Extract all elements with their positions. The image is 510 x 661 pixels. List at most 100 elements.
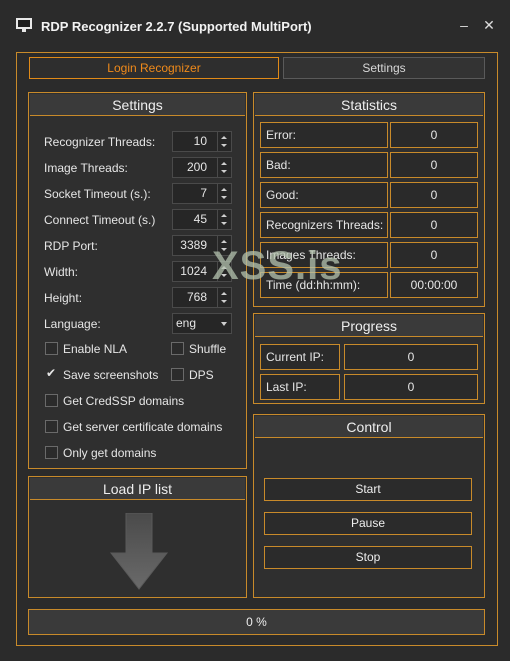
connect-timeout-stepper[interactable]: 45 [172,209,232,230]
stepper-arrows[interactable] [217,236,231,255]
recognizer-threads-stepper[interactable]: 10 [172,131,232,152]
current-ip-label: Current IP: [260,344,340,370]
socket-timeout-value[interactable]: 7 [173,184,217,203]
language-value[interactable]: eng [176,314,196,333]
image-threads-value[interactable]: 200 [173,158,217,177]
only-get-domains-label[interactable]: Only get domains [63,445,156,461]
enable-nla-checkbox[interactable]: Enable NLA [45,341,155,357]
settings-header: Settings [30,94,245,116]
stepper-arrows[interactable] [217,262,231,281]
stepper-down-icon[interactable] [221,170,227,173]
stepper-down-icon[interactable] [221,274,227,277]
tab-settings[interactable]: Settings [283,57,485,79]
stepper-up-icon[interactable] [221,162,227,165]
stepper-arrows[interactable] [217,288,231,307]
dps-checkbox[interactable]: DPS [171,367,231,383]
stat-time-value: 00:00:00 [390,272,478,298]
checkbox-box[interactable] [171,342,184,355]
checkbox-box[interactable] [171,368,184,381]
stepper-down-icon[interactable] [221,222,227,225]
image-threads-stepper[interactable]: 200 [172,157,232,178]
credssp-domains-checkbox[interactable]: Get CredSSP domains [45,393,225,409]
stepper-down-icon[interactable] [221,248,227,251]
check-icon: ✔ [46,366,57,380]
stat-images-threads-label: Images Threads: [260,242,388,268]
checkbox-box[interactable]: ✔ [45,366,58,381]
control-header: Control [255,416,483,438]
stat-error-label: Error: [260,122,388,148]
recognizer-threads-value[interactable]: 10 [173,132,217,151]
stepper-up-icon[interactable] [221,136,227,139]
checkbox-box[interactable] [45,342,58,355]
enable-nla-label[interactable]: Enable NLA [63,341,127,357]
connect-timeout-value[interactable]: 45 [173,210,217,229]
stepper-arrows[interactable] [217,210,231,229]
rdp-port-value[interactable]: 3389 [173,236,217,255]
height-label: Height: [44,291,83,305]
stepper-up-icon[interactable] [221,240,227,243]
stepper-up-icon[interactable] [221,266,227,269]
pause-button[interactable]: Pause [264,512,472,535]
app-icon [16,18,32,32]
width-value[interactable]: 1024 [173,262,217,281]
tab-login-recognizer[interactable]: Login Recognizer [29,57,279,79]
width-label: Width: [44,265,79,279]
load-ip-list-header[interactable]: Load IP list [30,478,245,500]
connect-timeout-label: Connect Timeout (s.) [44,213,156,227]
stat-bad-value: 0 [390,152,478,178]
title-bar: RDP Recognizer 2.2.7 (Supported MultiPor… [0,0,510,52]
height-stepper[interactable]: 768 [172,287,232,308]
stepper-up-icon[interactable] [221,188,227,191]
progress-group: Progress Current IP: 0 Last IP: 0 [253,313,485,404]
save-screenshots-checkbox[interactable]: ✔ Save screenshots [45,366,165,383]
credssp-domains-label[interactable]: Get CredSSP domains [63,393,184,409]
stepper-arrows[interactable] [217,132,231,151]
close-button[interactable]: ✕ [481,16,497,34]
stat-good-label: Good: [260,182,388,208]
only-get-domains-checkbox[interactable]: Only get domains [45,445,195,461]
control-group: Control Start Pause Stop [253,414,485,598]
stat-recognizers-threads-value: 0 [390,212,478,238]
download-arrow-icon[interactable] [109,513,169,591]
progress-bar: 0 % [28,609,485,635]
start-button[interactable]: Start [264,478,472,501]
stepper-up-icon[interactable] [221,214,227,217]
checkbox-box[interactable] [45,446,58,459]
load-ip-list-panel[interactable]: Load IP list [28,476,247,598]
shuffle-checkbox[interactable]: Shuffle [171,341,241,357]
stat-recognizers-threads-label: Recognizers Threads: [260,212,388,238]
last-ip-label: Last IP: [260,374,340,400]
statistics-header: Statistics [255,94,483,116]
rdp-port-label: RDP Port: [44,239,98,253]
stepper-down-icon[interactable] [221,144,227,147]
width-stepper[interactable]: 1024 [172,261,232,282]
stepper-down-icon[interactable] [221,196,227,199]
language-dropdown[interactable]: eng [172,313,232,334]
recognizer-threads-label: Recognizer Threads: [44,135,156,149]
socket-timeout-stepper[interactable]: 7 [172,183,232,204]
stat-images-threads-value: 0 [390,242,478,268]
server-cert-domains-label[interactable]: Get server certificate domains [63,419,222,435]
stepper-arrows[interactable] [217,184,231,203]
rdp-port-stepper[interactable]: 3389 [172,235,232,256]
stat-error-value: 0 [390,122,478,148]
socket-timeout-label: Socket Timeout (s.): [44,187,151,201]
last-ip-value: 0 [344,374,478,400]
checkbox-box[interactable] [45,394,58,407]
save-screenshots-label[interactable]: Save screenshots [63,367,158,383]
settings-group: Settings Recognizer Threads: 10 Image Th… [28,92,247,469]
chevron-down-icon[interactable] [221,322,227,326]
shuffle-label[interactable]: Shuffle [189,341,226,357]
server-cert-domains-checkbox[interactable]: Get server certificate domains [45,419,240,435]
image-threads-label: Image Threads: [44,161,128,175]
window-title: RDP Recognizer 2.2.7 (Supported MultiPor… [41,19,312,34]
stepper-down-icon[interactable] [221,300,227,303]
stepper-arrows[interactable] [217,158,231,177]
height-value[interactable]: 768 [173,288,217,307]
dps-label[interactable]: DPS [189,367,214,383]
minimize-button[interactable]: – [456,16,472,34]
stop-button[interactable]: Stop [264,546,472,569]
checkbox-box[interactable] [45,420,58,433]
stepper-up-icon[interactable] [221,292,227,295]
progress-bar-text: 0 % [246,615,267,629]
